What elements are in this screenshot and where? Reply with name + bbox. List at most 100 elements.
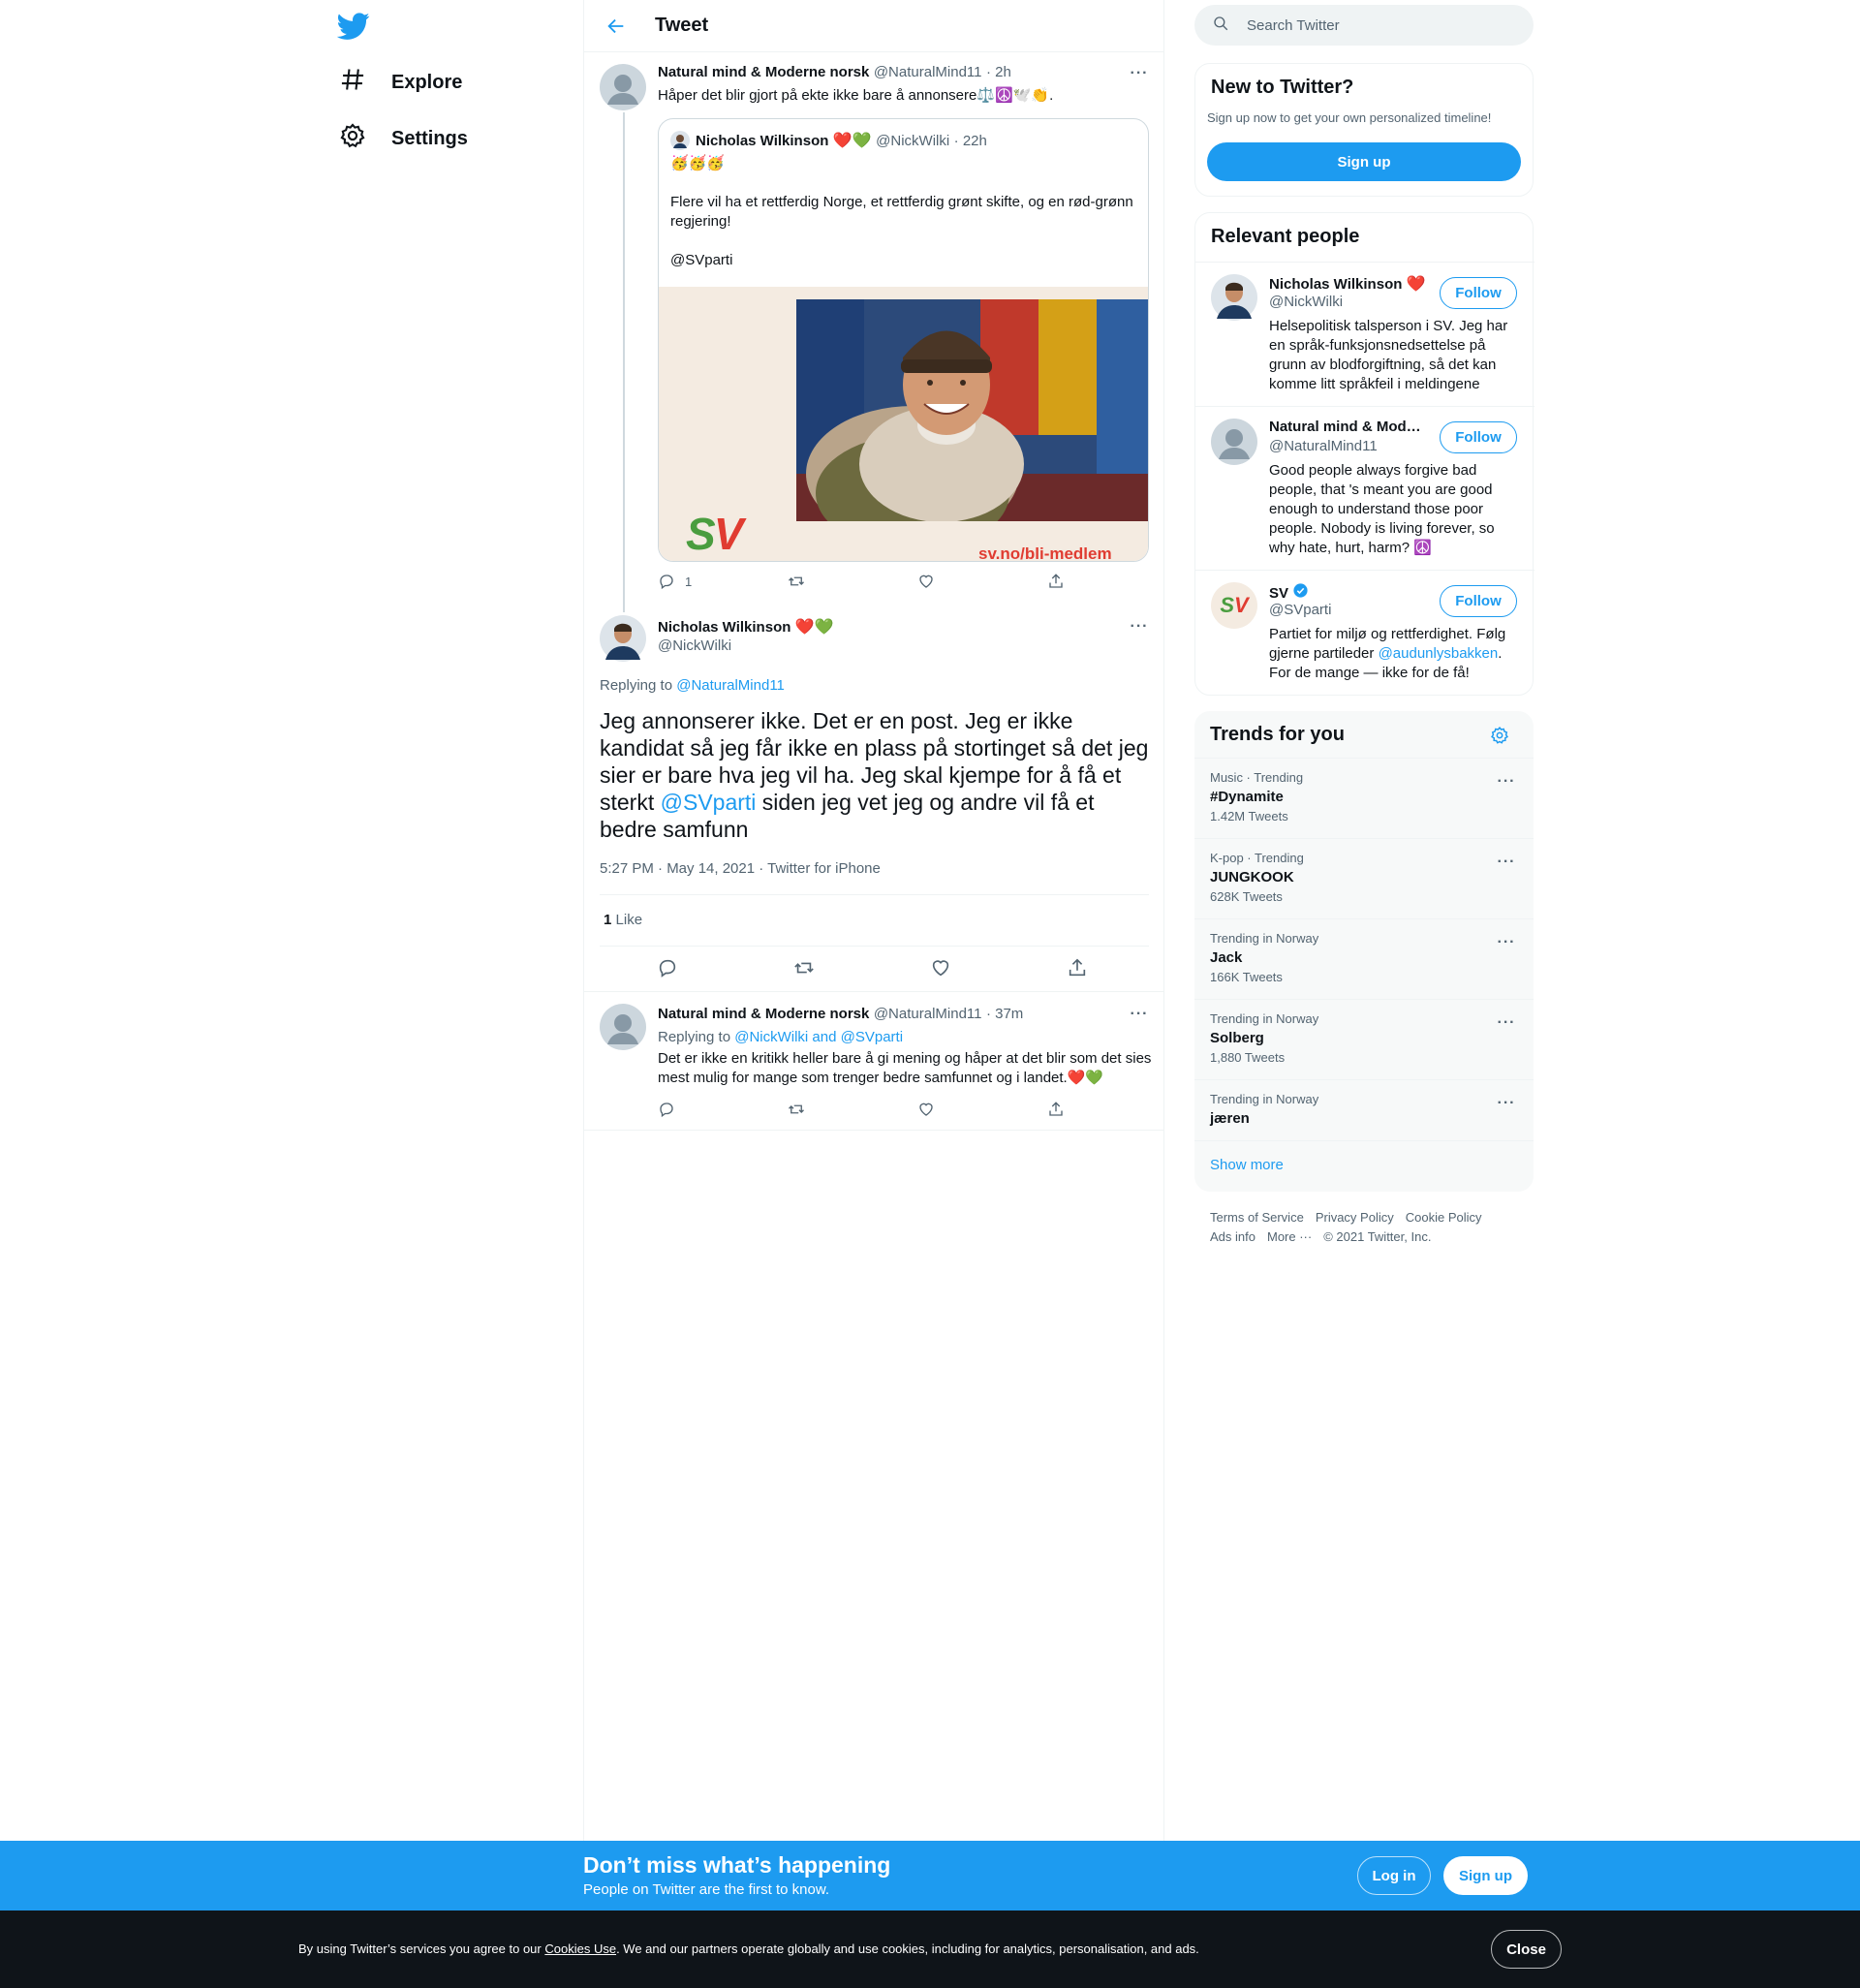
bio-mention-link[interactable]: @audunlysbakken xyxy=(1379,645,1499,662)
trend-item[interactable]: K-pop · Trending JUNGKOOK 628K Tweets ··… xyxy=(1194,838,1534,918)
more-icon[interactable]: ··· xyxy=(1495,770,1518,793)
trend-item[interactable]: Trending in Norway Solberg 1,880 Tweets … xyxy=(1194,999,1534,1079)
trend-item[interactable]: Trending in Norway Jack 166K Tweets ··· xyxy=(1194,918,1534,999)
follow-button[interactable]: Follow xyxy=(1440,585,1517,617)
avatar[interactable] xyxy=(600,615,646,662)
like-button[interactable] xyxy=(917,573,1047,590)
person-bio: Helsepolitisk talsperson i SV. Jeg har e… xyxy=(1269,318,1508,392)
likes-stat[interactable]: 1 Like xyxy=(604,912,642,928)
like-button[interactable] xyxy=(917,1101,1047,1118)
divider xyxy=(600,894,1149,895)
trend-meta: Trending in Norway xyxy=(1210,1092,1319,1106)
replying-to-link[interactable]: @NickWilki and @SVparti xyxy=(734,1029,903,1045)
avatar[interactable] xyxy=(600,1004,646,1050)
trend-count: 166K Tweets xyxy=(1210,970,1283,984)
tweet-timestamp[interactable]: 5:27 PM · May 14, 2021 · Twitter for iPh… xyxy=(600,860,881,877)
reply-button[interactable] xyxy=(658,1101,788,1118)
trend-name: #Dynamite xyxy=(1210,789,1284,805)
person-item[interactable]: Nicholas Wilkinson ❤️ @NickWilki Follow … xyxy=(1195,262,1534,406)
tweet-text: Det er ikke en kritikk heller bare å gi … xyxy=(658,1050,1152,1086)
sign-up-button[interactable]: Sign up xyxy=(1207,142,1521,181)
trend-meta: K-pop · Trending xyxy=(1210,851,1304,865)
more-icon[interactable]: ··· xyxy=(1495,1011,1518,1035)
trends-card: Trends for you Music · Trending #Dynamit… xyxy=(1194,711,1534,1192)
person-name: Nicholas Wilkinson xyxy=(1269,276,1403,293)
avatar[interactable] xyxy=(600,64,646,110)
share-icon xyxy=(1049,1102,1063,1116)
more-icon[interactable]: ··· xyxy=(1128,1003,1151,1026)
retweet-button[interactable] xyxy=(788,1101,917,1118)
quoted-image[interactable]: SV SV sv.no/bli-medlem xyxy=(659,287,1148,561)
terms-link[interactable]: Terms of Service xyxy=(1210,1210,1304,1225)
replying-to-link[interactable]: @NaturalMind11 xyxy=(676,677,785,694)
person-item[interactable]: Natural mind & Mod… @NaturalMind11 Follo… xyxy=(1195,406,1534,570)
person-photo xyxy=(796,299,1148,521)
author-handle[interactable]: @NickWilki xyxy=(658,637,731,654)
more-icon[interactable]: ··· xyxy=(1128,615,1151,638)
trend-name: Solberg xyxy=(1210,1030,1264,1046)
more-link[interactable]: More ··· xyxy=(1267,1229,1312,1244)
main-tweet-author: Nicholas Wilkinson ❤️💚 xyxy=(658,617,834,637)
hashtag-icon xyxy=(339,66,366,99)
trend-item[interactable]: Trending in Norway jæren ··· xyxy=(1194,1079,1534,1140)
trend-meta: Music · Trending xyxy=(1210,770,1304,785)
retweet-button[interactable] xyxy=(788,573,917,590)
close-button[interactable]: Close xyxy=(1491,1930,1562,1969)
settings-gear-icon[interactable] xyxy=(1485,721,1514,750)
verified-badge-icon xyxy=(1292,582,1309,604)
nav-settings[interactable]: Settings xyxy=(339,122,468,155)
more-icon[interactable]: ··· xyxy=(1495,931,1518,954)
follow-button[interactable]: Follow xyxy=(1440,421,1517,453)
cookies-use-link[interactable]: Cookies Use xyxy=(544,1941,616,1956)
trend-item[interactable]: Music · Trending #Dynamite 1.42M Tweets … xyxy=(1194,758,1534,838)
sv-logo: SV xyxy=(686,509,743,559)
trend-name: jæren xyxy=(1210,1110,1250,1127)
search-bar[interactable] xyxy=(1194,5,1534,46)
avatar xyxy=(1211,274,1257,321)
log-in-button[interactable]: Log in xyxy=(1357,1856,1431,1895)
quoted-author-name: Nicholas Wilkinson xyxy=(696,133,829,149)
share-button[interactable] xyxy=(1067,957,1088,978)
card-subtitle: Sign up now to get your own personalized… xyxy=(1207,110,1492,125)
author-name[interactable]: Natural mind & Moderne norsk xyxy=(658,1006,869,1022)
share-button[interactable] xyxy=(1047,1101,1065,1118)
cookie-text: By using Twitter’s services you agree to… xyxy=(298,1941,1199,1956)
like-button[interactable] xyxy=(930,957,1067,978)
reply-count: 1 xyxy=(685,574,693,589)
person-item[interactable]: SV SV SV @SVparti Follow Partiet for mil… xyxy=(1195,570,1534,696)
author-handle[interactable]: @NaturalMind11 xyxy=(874,64,982,80)
twitter-logo-icon[interactable] xyxy=(336,10,370,43)
cookie-banner: By using Twitter’s services you agree to… xyxy=(0,1910,1860,1988)
cookie-policy-link[interactable]: Cookie Policy xyxy=(1406,1210,1482,1225)
tweet-time[interactable]: · 37m xyxy=(986,1006,1023,1022)
author-name[interactable]: Natural mind & Moderne norsk xyxy=(658,64,869,80)
more-icon[interactable]: ··· xyxy=(1495,851,1518,874)
quoted-tweet[interactable]: Nicholas Wilkinson ❤️💚 @NickWilki · 22h … xyxy=(658,118,1149,562)
mention-link[interactable]: @SVparti xyxy=(661,790,757,815)
ads-info-link[interactable]: Ads info xyxy=(1210,1229,1256,1244)
search-input[interactable] xyxy=(1247,16,1499,34)
author-handle[interactable]: @NaturalMind11 xyxy=(874,1006,982,1022)
reply-button[interactable]: 1 xyxy=(658,573,788,590)
nav-settings-label: Settings xyxy=(391,127,468,149)
author-name[interactable]: Nicholas Wilkinson xyxy=(658,619,790,636)
quoted-author-handle: @NickWilki xyxy=(876,133,950,149)
card-title: Trends for you xyxy=(1210,724,1345,745)
tweet-time[interactable]: · 2h xyxy=(986,64,1011,80)
nav-explore[interactable]: Explore xyxy=(339,66,462,99)
privacy-link[interactable]: Privacy Policy xyxy=(1316,1210,1394,1225)
more-icon[interactable]: ··· xyxy=(1128,62,1151,85)
page-title: Tweet xyxy=(655,15,709,36)
reply-button[interactable] xyxy=(657,957,793,978)
show-more-link[interactable]: Show more xyxy=(1194,1140,1534,1192)
retweet-button[interactable] xyxy=(793,957,930,978)
back-arrow-icon[interactable] xyxy=(599,9,634,44)
nav-explore-label: Explore xyxy=(391,71,463,93)
share-button[interactable] xyxy=(1047,573,1065,590)
follow-button[interactable]: Follow xyxy=(1440,277,1517,309)
share-icon xyxy=(1069,958,1086,977)
reply-icon xyxy=(659,959,676,978)
more-icon[interactable]: ··· xyxy=(1495,1092,1518,1115)
banner-subtitle: People on Twitter are the first to know. xyxy=(583,1881,830,1898)
sign-up-button[interactable]: Sign up xyxy=(1443,1856,1528,1895)
